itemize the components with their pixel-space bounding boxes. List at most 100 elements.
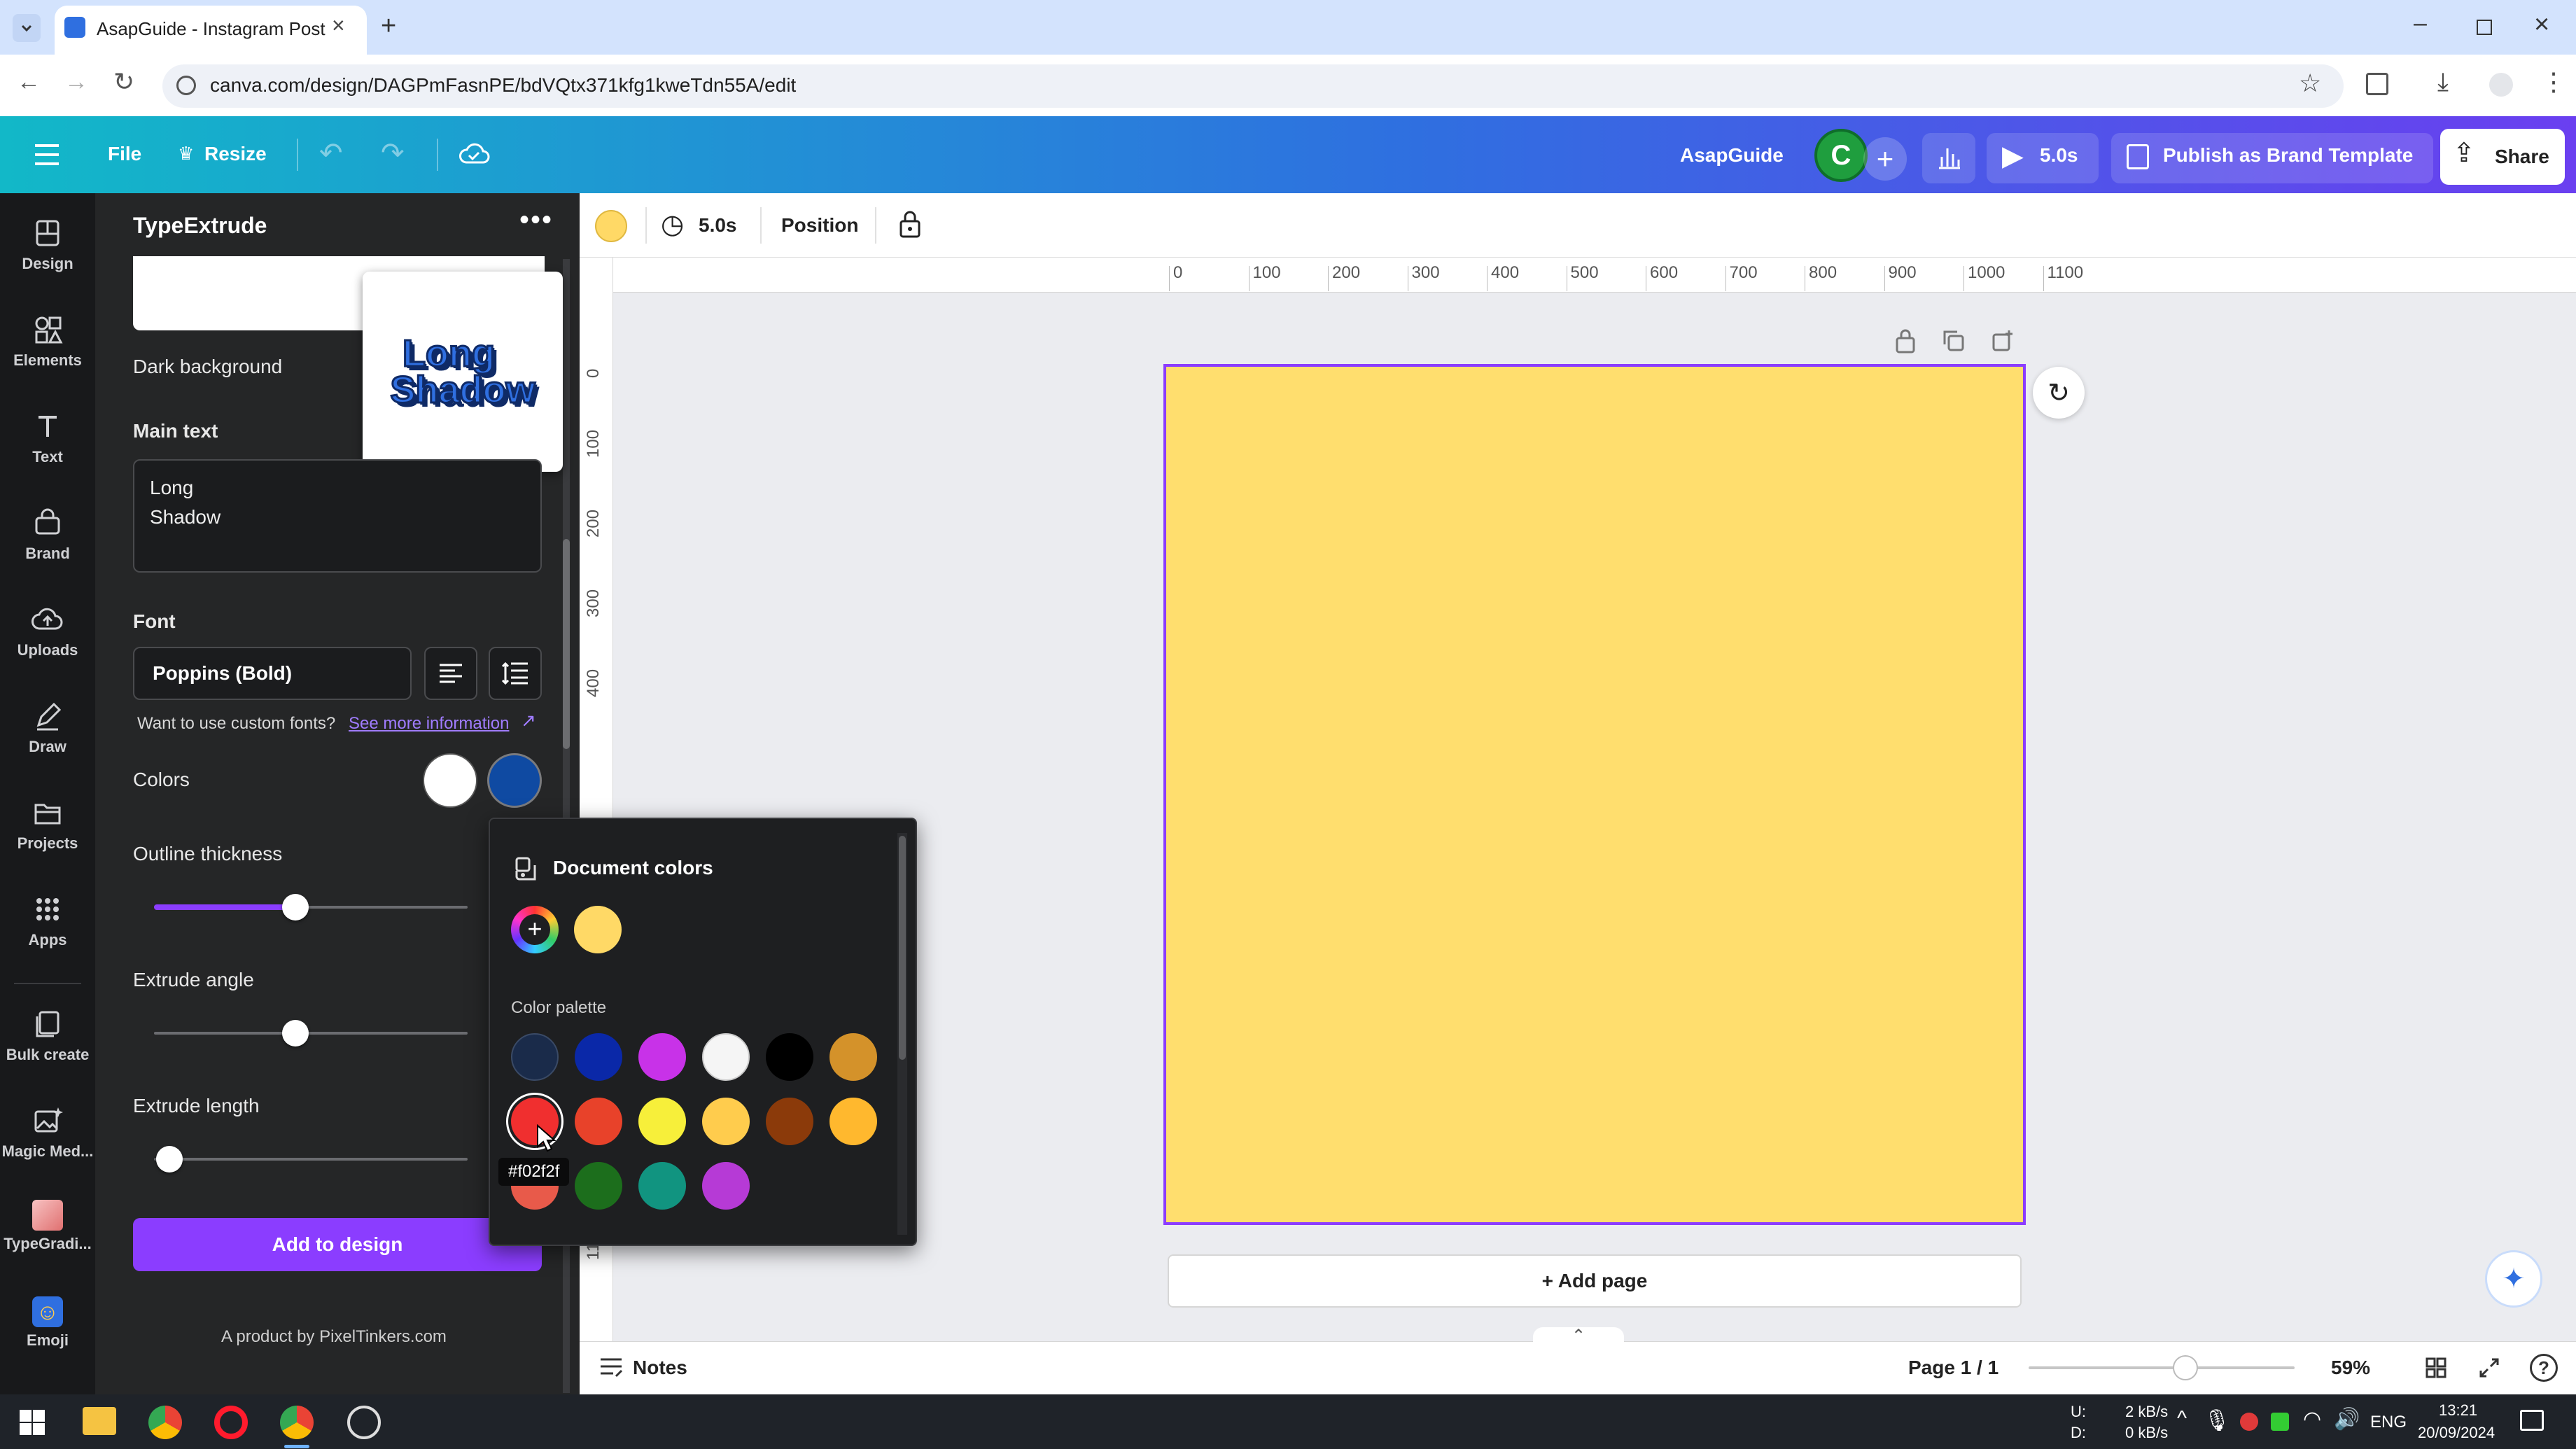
browser-menu-icon[interactable]: ⋮ [2541, 67, 2566, 97]
palette-color-swatch[interactable] [830, 1033, 877, 1081]
main-text-input[interactable]: Long Shadow [133, 459, 542, 573]
restore-icon[interactable] [2477, 20, 2492, 35]
design-page[interactable] [1163, 364, 2026, 1225]
palette-color-swatch[interactable] [702, 1162, 750, 1210]
sidebar-item-bulk-create[interactable]: Bulk create [0, 994, 95, 1085]
chrome-icon[interactable] [148, 1406, 182, 1439]
palette-color-swatch[interactable] [511, 1033, 559, 1081]
zoom-slider-thumb[interactable] [2173, 1355, 2199, 1380]
sidebar-item-uploads[interactable]: Uploads [0, 589, 95, 680]
main-menu-icon[interactable] [35, 144, 59, 165]
sidebar-item-draw[interactable]: Draw [0, 686, 95, 777]
see-more-information-link[interactable]: See more information [349, 714, 509, 734]
background-color-button[interactable] [595, 210, 627, 242]
redo-icon[interactable]: ↷ [381, 137, 405, 169]
windows-start-icon[interactable] [18, 1408, 46, 1436]
file-explorer-icon[interactable] [83, 1407, 116, 1435]
url-text[interactable]: canva.com/design/DAGPmFasnPE/bdVQtx371kf… [210, 74, 796, 97]
team-name[interactable]: AsapGuide [1680, 144, 1784, 167]
lock-icon[interactable] [897, 209, 923, 239]
chrome-active-icon[interactable] [280, 1406, 314, 1439]
palette-color-swatch[interactable] [702, 1098, 750, 1145]
palette-color-swatch[interactable] [830, 1098, 877, 1145]
site-info-icon[interactable] [176, 76, 196, 95]
forward-icon[interactable]: → [64, 69, 88, 96]
palette-color-swatch[interactable] [575, 1162, 622, 1210]
add-to-design-button[interactable]: Add to design [133, 1218, 542, 1271]
sidebar-item-typegradient[interactable]: TypeGradi... [0, 1187, 95, 1278]
palette-color-swatch[interactable] [638, 1098, 686, 1145]
opera-icon[interactable] [214, 1406, 248, 1439]
add-page-button[interactable]: + Add page [1168, 1254, 2022, 1308]
volume-icon[interactable]: 🔊 [2334, 1407, 2360, 1432]
zoom-level[interactable]: 59% [2331, 1357, 2370, 1379]
tab-close-icon[interactable]: × [332, 13, 345, 38]
language-indicator[interactable]: ENG [2370, 1413, 2407, 1432]
fullscreen-icon[interactable] [2478, 1357, 2500, 1379]
sidebar-item-design[interactable]: Design [0, 203, 95, 294]
file-menu-button[interactable]: File [108, 143, 141, 165]
add-page-icon[interactable] [1991, 329, 2015, 353]
duplicate-page-icon[interactable] [1942, 329, 1966, 353]
tray-arrow-icon[interactable]: ^ [2177, 1407, 2187, 1431]
tray-app-icon[interactable] [2271, 1413, 2289, 1431]
microphone-icon[interactable]: 🎙 [2204, 1408, 2230, 1433]
clock-date[interactable]: 20/09/2024 [2418, 1424, 2495, 1442]
outline-thickness-thumb[interactable] [281, 894, 309, 920]
popup-scroll-thumb[interactable] [899, 836, 906, 1060]
sidebar-item-emoji[interactable]: ☺ Emoji [0, 1284, 95, 1375]
undo-icon[interactable]: ↶ [319, 137, 343, 169]
show-pages-handle[interactable]: ⌃ [1533, 1327, 1624, 1345]
back-icon[interactable]: ← [17, 69, 41, 96]
cloud-saved-icon[interactable] [458, 140, 490, 168]
reload-icon[interactable]: ↻ [113, 67, 134, 97]
palette-color-swatch[interactable] [575, 1033, 622, 1081]
extrude-length-slider[interactable] [154, 1158, 468, 1161]
palette-color-swatch[interactable] [638, 1033, 686, 1081]
invite-button[interactable]: + [1863, 137, 1907, 181]
palette-color-swatch[interactable] [766, 1098, 813, 1145]
resize-button[interactable]: Resize [204, 143, 267, 165]
sidebar-item-elements[interactable]: Elements [0, 300, 95, 391]
notes-button[interactable]: Notes [633, 1357, 687, 1379]
panel-more-icon[interactable]: ••• [519, 204, 553, 236]
page-indicator[interactable]: Page 1 / 1 [1908, 1357, 1998, 1379]
outline-color-swatch[interactable] [487, 753, 542, 808]
bookmark-star-icon[interactable]: ☆ [2299, 69, 2321, 98]
tray-app-icon[interactable] [2240, 1413, 2258, 1431]
extensions-icon[interactable] [2366, 73, 2388, 95]
notification-icon[interactable] [2520, 1410, 2544, 1431]
profile-avatar[interactable] [2489, 73, 2513, 97]
grid-view-icon[interactable] [2425, 1357, 2447, 1379]
refresh-comment-button[interactable]: ↻ [2033, 367, 2085, 419]
window-close-icon[interactable]: × [2534, 10, 2549, 40]
position-button[interactable]: Position [781, 214, 858, 237]
palette-color-swatch[interactable] [638, 1162, 686, 1210]
help-button[interactable]: ? [2530, 1354, 2558, 1382]
zoom-slider[interactable] [2029, 1366, 2295, 1369]
long-shadow-preview-card[interactable]: Long Shadow [363, 272, 563, 472]
user-avatar[interactable]: C [1814, 129, 1868, 182]
sidebar-item-brand[interactable]: Brand [0, 493, 95, 584]
extrude-angle-slider[interactable] [154, 1032, 468, 1035]
page-lock-icon[interactable] [1894, 328, 1917, 354]
palette-color-swatch[interactable] [575, 1098, 622, 1145]
download-icon[interactable]: ⤓ [2437, 67, 2449, 97]
duration-button[interactable]: 5.0s [699, 214, 737, 237]
sidebar-item-apps[interactable]: Apps [0, 879, 95, 970]
document-color-swatch[interactable] [574, 906, 622, 953]
wifi-icon[interactable]: ◠ [2303, 1407, 2321, 1432]
text-color-swatch[interactable] [423, 753, 477, 808]
sidebar-item-projects[interactable]: Projects [0, 783, 95, 874]
extrude-angle-thumb[interactable] [281, 1020, 309, 1046]
new-tab-icon[interactable]: + [381, 11, 396, 41]
minimize-icon[interactable]: – [2414, 10, 2427, 37]
sidebar-item-magic-media[interactable]: Magic Med... [0, 1091, 95, 1182]
palette-color-swatch[interactable] [702, 1033, 750, 1081]
clock-time[interactable]: 13:21 [2439, 1401, 2477, 1420]
panel-scroll-thumb[interactable] [563, 539, 570, 749]
palette-color-swatch[interactable] [766, 1033, 813, 1081]
sidebar-item-text[interactable]: Text [0, 396, 95, 487]
screen-recorder-icon[interactable] [347, 1406, 381, 1439]
magic-assistant-button[interactable]: ✦ [2485, 1250, 2542, 1308]
